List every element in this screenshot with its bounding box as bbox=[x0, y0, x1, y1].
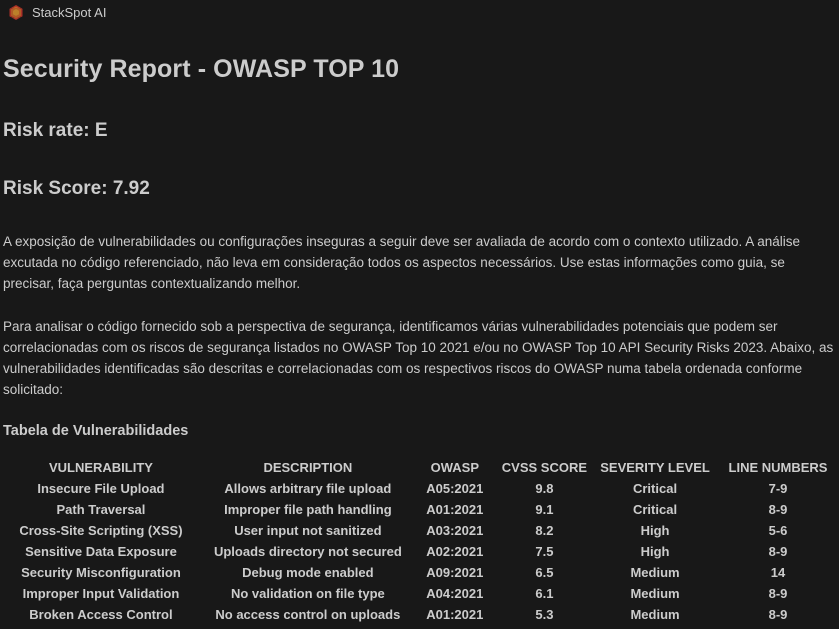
cell-cvss-score: 8.2 bbox=[535, 523, 554, 538]
header-cvss-score: CVSS SCORE bbox=[501, 460, 588, 475]
cell-severity: Medium bbox=[630, 607, 680, 622]
table-row: Path Traversal Improper file path handli… bbox=[0, 499, 839, 520]
cell-severity: High bbox=[640, 544, 670, 559]
table-row: Cross-Site Scripting (XSS) User input no… bbox=[0, 520, 839, 541]
cell-line-numbers: 8-9 bbox=[768, 544, 788, 559]
cell-owasp: A09:2021 bbox=[426, 565, 484, 580]
table-title: Tabela de Vulnerabilidades bbox=[3, 423, 189, 439]
app-title: StackSpot AI bbox=[32, 5, 107, 20]
header-line-numbers: LINE NUMBERS bbox=[728, 460, 828, 475]
cell-line-numbers: 8-9 bbox=[768, 607, 788, 622]
cell-vulnerability: Improper Input Validation bbox=[22, 586, 180, 601]
table-row: Security Misconfiguration Debug mode ena… bbox=[0, 562, 839, 583]
cell-severity: Critical bbox=[632, 481, 678, 496]
cell-owasp: A01:2021 bbox=[426, 502, 484, 517]
panel-header: StackSpot AI bbox=[0, 0, 839, 26]
cell-vulnerability: Security Misconfiguration bbox=[21, 565, 181, 580]
cell-vulnerability: Cross-Site Scripting (XSS) bbox=[19, 523, 183, 538]
cell-line-numbers: 7-9 bbox=[768, 481, 788, 496]
header-severity-level: SEVERITY LEVEL bbox=[600, 460, 710, 475]
table-row: Improper Input Validation No validation … bbox=[0, 583, 839, 604]
cell-vulnerability: Insecure File Upload bbox=[37, 481, 165, 496]
disclaimer-paragraph: A exposição de vulnerabilidades ou confi… bbox=[3, 234, 801, 291]
table-row: Sensitive Data Exposure Uploads director… bbox=[0, 541, 839, 562]
cell-owasp: A05:2021 bbox=[426, 481, 484, 496]
cell-severity: Medium bbox=[630, 565, 680, 580]
risk-score: Risk Score: 7.92 bbox=[3, 178, 150, 199]
header-vulnerability: VULNERABILITY bbox=[48, 460, 153, 475]
cell-description: Improper file path handling bbox=[224, 502, 392, 517]
cell-vulnerability: Broken Access Control bbox=[29, 607, 173, 622]
table-header-row: VULNERABILITY DESCRIPTION OWASP CVSS SCO… bbox=[0, 457, 839, 478]
stackspot-logo-icon bbox=[9, 5, 23, 20]
cell-owasp: A01:2021 bbox=[426, 607, 484, 622]
report-title: Security Report - OWASP TOP 10 bbox=[3, 55, 400, 83]
cell-vulnerability: Sensitive Data Exposure bbox=[25, 544, 177, 559]
vulnerability-table: VULNERABILITY DESCRIPTION OWASP CVSS SCO… bbox=[0, 457, 839, 625]
header-description: DESCRIPTION bbox=[263, 460, 353, 475]
cell-owasp: A04:2021 bbox=[426, 586, 484, 601]
cell-line-numbers: 8-9 bbox=[768, 502, 788, 517]
cell-severity: High bbox=[640, 523, 670, 538]
table-row: Insecure File Upload Allows arbitrary fi… bbox=[0, 478, 839, 499]
analysis-intro-paragraph: Para analisar o código fornecido sob a p… bbox=[3, 319, 834, 397]
cell-cvss-score: 6.1 bbox=[535, 586, 554, 601]
header-owasp: OWASP bbox=[430, 460, 480, 475]
cell-severity: Medium bbox=[630, 586, 680, 601]
cell-owasp: A02:2021 bbox=[426, 544, 484, 559]
cell-vulnerability: Path Traversal bbox=[56, 502, 146, 517]
cell-description: No access control on uploads bbox=[215, 607, 401, 622]
cell-description: No validation on file type bbox=[230, 586, 385, 601]
cell-line-numbers: 8-9 bbox=[768, 586, 788, 601]
cell-cvss-score: 9.8 bbox=[535, 481, 554, 496]
cell-cvss-score: 7.5 bbox=[535, 544, 554, 559]
cell-description: Uploads directory not secured bbox=[213, 544, 402, 559]
cell-severity: Critical bbox=[632, 502, 678, 517]
cell-cvss-score: 5.3 bbox=[535, 607, 554, 622]
cell-cvss-score: 6.5 bbox=[535, 565, 554, 580]
risk-rate: Risk rate: E bbox=[3, 120, 108, 141]
cell-line-numbers: 14 bbox=[770, 565, 786, 580]
cell-description: Debug mode enabled bbox=[242, 565, 374, 580]
cell-line-numbers: 5-6 bbox=[768, 523, 788, 538]
cell-description: Allows arbitrary file upload bbox=[224, 481, 392, 496]
cell-owasp: A03:2021 bbox=[426, 523, 484, 538]
cell-cvss-score: 9.1 bbox=[535, 502, 554, 517]
cell-description: User input not sanitized bbox=[234, 523, 382, 538]
table-row: Broken Access Control No access control … bbox=[0, 604, 839, 625]
